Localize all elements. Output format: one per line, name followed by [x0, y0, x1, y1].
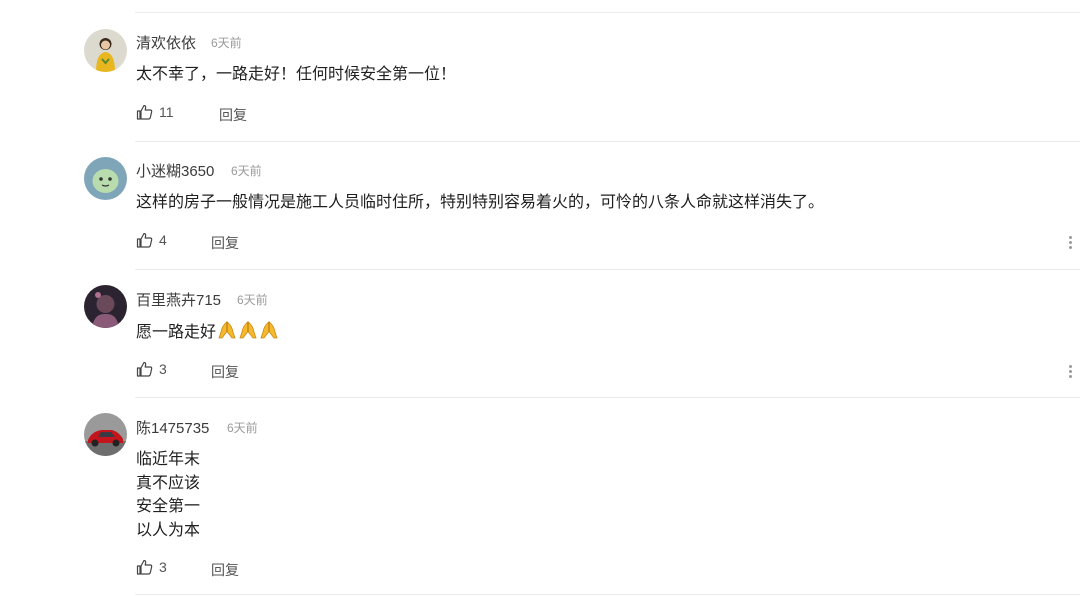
comment-time: 6天前 — [211, 36, 242, 50]
thumbs-up-icon — [136, 104, 153, 120]
folded-hands-emoji — [260, 321, 278, 339]
comment-text: 临近年末 真不应该 安全第一 以人为本 — [136, 448, 200, 542]
more-vertical-icon[interactable] — [1066, 363, 1074, 381]
avatar[interactable] — [84, 29, 127, 72]
thumbs-up-icon — [136, 232, 153, 248]
top-divider — [135, 12, 1080, 13]
reply-button[interactable]: 回复 — [211, 362, 239, 382]
thumbs-up-icon — [136, 361, 153, 377]
comment-divider — [135, 397, 1080, 398]
avatar[interactable] — [84, 285, 127, 328]
comment-line: 太不幸了，一路走好！任何时候安全第一位！ — [136, 66, 457, 83]
comment-time: 6天前 — [237, 293, 268, 307]
avatar[interactable] — [84, 413, 127, 456]
like-button[interactable]: 3 — [136, 361, 167, 377]
comment-text: 太不幸了，一路走好！任何时候安全第一位！ — [136, 63, 456, 87]
comment-actions: 4 — [136, 232, 167, 248]
more-vertical-icon[interactable] — [1066, 234, 1074, 252]
like-count: 3 — [159, 559, 167, 575]
comment-actions: 3 — [136, 361, 167, 377]
username[interactable]: 小迷糊3650 — [136, 160, 214, 181]
avatar[interactable] — [84, 157, 127, 200]
reply-button[interactable]: 回复 — [219, 105, 247, 125]
comment-text: 愿一路走好 — [136, 320, 279, 345]
reply-button[interactable]: 回复 — [211, 560, 239, 580]
comment-line: 安全第一 — [136, 498, 201, 515]
comment-actions: 3 — [136, 559, 167, 575]
comment-time: 6天前 — [231, 164, 262, 178]
comment-text: 这样的房子一般情况是施工人员临时住所，特别特别容易着火的，可怜的八条人命就这样消… — [136, 191, 824, 215]
like-count: 11 — [159, 104, 174, 120]
username[interactable]: 陈1475735 — [136, 417, 209, 438]
comment-divider — [135, 269, 1080, 270]
comment-divider — [135, 141, 1080, 142]
folded-hands-emoji — [239, 321, 257, 339]
username[interactable]: 百里燕卉715 — [136, 289, 221, 310]
like-button[interactable]: 4 — [136, 232, 167, 248]
thumbs-up-icon — [136, 559, 153, 575]
like-count: 3 — [159, 361, 167, 377]
comment-time: 6天前 — [227, 421, 258, 435]
like-button[interactable]: 11 — [136, 104, 174, 120]
reply-button[interactable]: 回复 — [211, 233, 239, 253]
folded-hands-emoji — [218, 321, 236, 339]
comment-line: 临近年末 — [136, 451, 201, 468]
comment-line: 以人为本 — [136, 521, 201, 539]
comment-line: 这样的房子一般情况是施工人员临时住所，特别特别容易着火的，可怜的八条人命就这样消… — [136, 194, 825, 211]
comment-line: 愿一路走好 — [136, 324, 217, 341]
comment-divider — [135, 594, 1080, 595]
comment-actions: 11 — [136, 104, 174, 120]
comment-line: 真不应该 — [136, 474, 201, 492]
like-button[interactable]: 3 — [136, 559, 167, 575]
like-count: 4 — [159, 232, 167, 248]
username[interactable]: 清欢依依 — [136, 32, 196, 53]
